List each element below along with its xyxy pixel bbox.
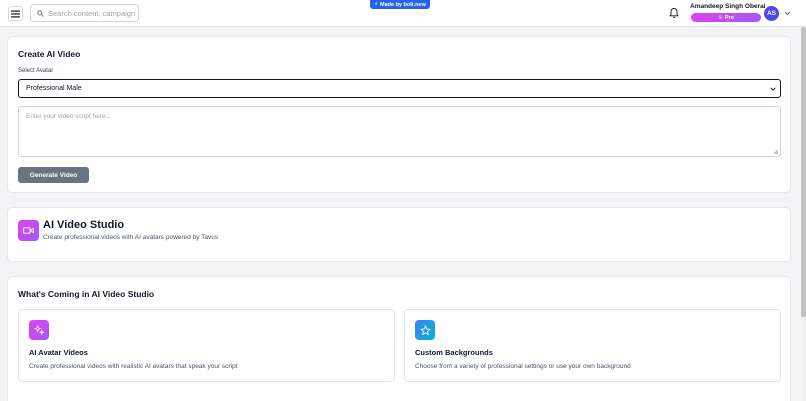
sparkles-icon <box>33 324 45 335</box>
avatar[interactable]: AS <box>764 6 779 21</box>
crown-icon: ♕ <box>717 14 723 21</box>
coming-soon-card: What's Coming in AI Video Studio AI Avat… <box>7 276 791 401</box>
studio-icon-tile <box>18 220 39 241</box>
bell-icon[interactable] <box>668 7 680 19</box>
resize-grip-icon[interactable] <box>773 149 778 154</box>
feature-card: AI Avatar Videos Create professional vid… <box>18 309 395 382</box>
script-placeholder: Enter your video script here... <box>26 113 111 120</box>
chevron-down-icon[interactable] <box>784 10 791 17</box>
bolt-badge[interactable]: ⚡ Made by bolt.new <box>370 0 430 9</box>
page-scrollbar[interactable] <box>801 27 806 401</box>
feature-icon-tile <box>29 320 49 340</box>
create-video-card: Create AI Video Select Avatar Profession… <box>7 36 791 193</box>
video-camera-icon <box>23 227 34 234</box>
menu-button[interactable] <box>8 6 23 21</box>
plan-badge-label: Pro <box>724 14 735 21</box>
search-box[interactable] <box>30 4 139 22</box>
top-bar: ⚡ Made by bolt.new Amandeep Singh Oberai… <box>0 0 806 27</box>
feature-title: Custom Backgrounds <box>415 348 493 357</box>
search-icon <box>37 9 44 17</box>
feature-description: Choose from a variety of professional se… <box>415 363 631 370</box>
studio-card: AI Video Studio Create professional vide… <box>7 207 791 262</box>
generate-video-button[interactable]: Generate Video <box>18 167 89 183</box>
star-icon <box>420 325 430 335</box>
feature-icon-tile <box>415 320 435 340</box>
feature-title: AI Avatar Videos <box>29 348 88 357</box>
avatar-select-label: Select Avatar <box>18 68 54 74</box>
studio-title: AI Video Studio <box>43 219 125 231</box>
bolt-icon: ⚡ <box>374 1 379 8</box>
menu-icon <box>11 10 20 17</box>
studio-subtitle: Create professional videos with AI avata… <box>43 234 219 241</box>
feature-card: Custom Backgrounds Choose from a variety… <box>404 309 781 382</box>
script-textarea[interactable]: Enter your video script here... <box>18 106 781 157</box>
user-name: Amandeep Singh Oberai <box>690 3 766 10</box>
search-input[interactable] <box>48 8 138 18</box>
plan-badge: ♕ Pro <box>691 13 761 22</box>
scrollbar-thumb[interactable] <box>801 27 806 317</box>
avatar-select-value: Professional Male <box>26 85 82 92</box>
avatar-select[interactable]: Professional Male <box>18 79 781 98</box>
feature-description: Create professional videos with realisti… <box>29 363 238 370</box>
create-video-title: Create AI Video <box>18 49 81 59</box>
chevron-down-icon <box>770 87 776 91</box>
bolt-badge-label: Made by bolt.new <box>380 1 426 8</box>
coming-soon-title: What's Coming in AI Video Studio <box>18 289 155 299</box>
